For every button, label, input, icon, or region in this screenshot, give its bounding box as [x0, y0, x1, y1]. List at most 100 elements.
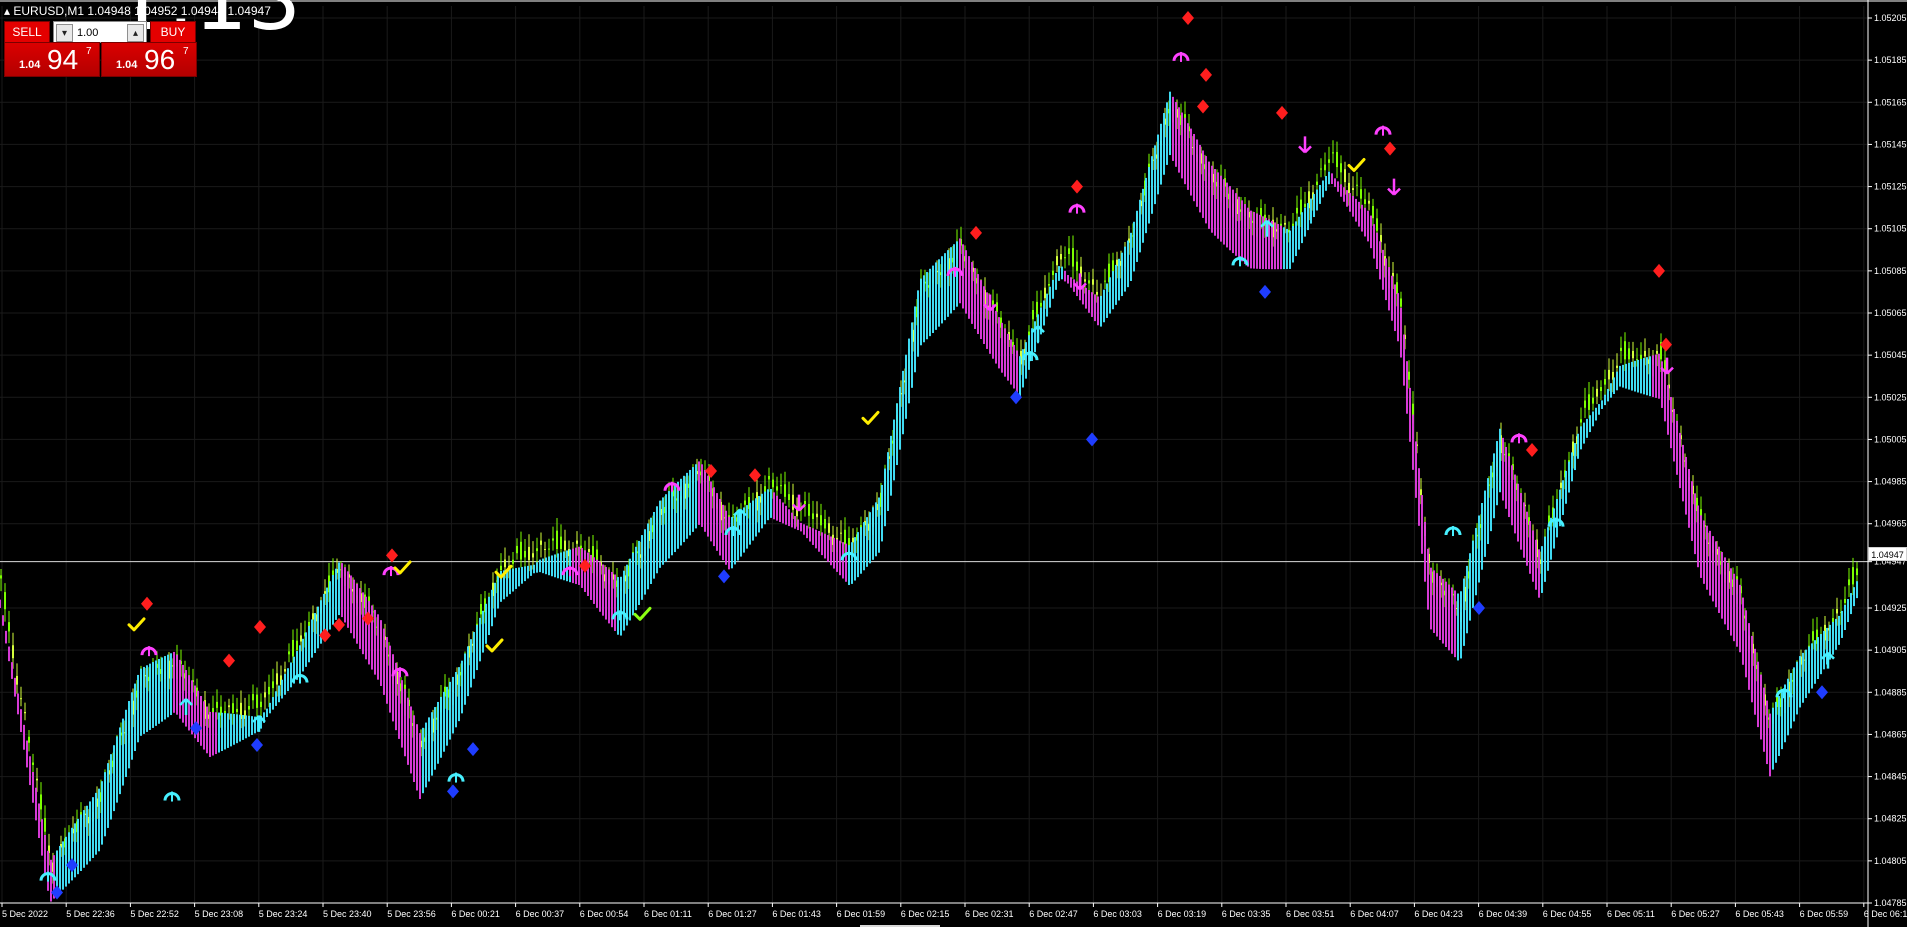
price-axis-label: 1.05005	[1874, 434, 1907, 444]
sell-button[interactable]: SELL	[4, 21, 50, 43]
candle-body	[844, 529, 846, 545]
price-axis-label: 1.04865	[1874, 729, 1907, 739]
price-axis-label: 1.05105	[1874, 224, 1907, 234]
candle-body	[788, 494, 790, 501]
candle-body	[1372, 205, 1374, 219]
sell-price-button[interactable]: 1.04 94 7	[4, 42, 100, 77]
candle-body	[852, 537, 854, 543]
candle-body	[216, 701, 218, 708]
candle-body	[528, 546, 530, 561]
time-axis-label: 6 Dec 00:37	[516, 909, 565, 919]
candle-body	[824, 519, 826, 529]
time-axis-label: 5 Dec 2022	[2, 909, 48, 919]
candle-body	[1856, 568, 1858, 576]
buy-price-prefix: 1.04	[116, 59, 138, 71]
time-axis-label: 6 Dec 03:35	[1222, 909, 1271, 919]
candle-body	[248, 706, 250, 710]
candle-body	[264, 692, 266, 698]
candle-body	[232, 703, 234, 713]
time-axis-label: 5 Dec 23:40	[323, 909, 372, 919]
sell-price-superscript: 7	[86, 46, 92, 57]
candle-body	[1356, 184, 1358, 186]
candle-body	[0, 575, 2, 579]
candle-body	[1296, 207, 1298, 214]
candle-body	[576, 540, 578, 544]
candle-body	[820, 515, 822, 526]
candle-body	[1592, 397, 1594, 404]
time-axis-label: 6 Dec 01:11	[644, 909, 692, 919]
candle-body	[1640, 354, 1642, 360]
time-axis-label: 6 Dec 04:39	[1479, 909, 1528, 919]
candle-body	[780, 485, 782, 487]
candle-body	[512, 559, 514, 564]
time-axis-label: 6 Dec 00:54	[580, 909, 629, 919]
candle-body	[1052, 270, 1054, 276]
candle-body	[588, 549, 590, 552]
price-axis-label: 1.05125	[1874, 182, 1907, 192]
candle-body	[520, 541, 522, 560]
candle-body	[772, 479, 774, 488]
candle-body	[40, 794, 42, 810]
candle-body	[276, 673, 278, 685]
candle-body	[296, 640, 298, 651]
candle-body	[1084, 279, 1086, 282]
price-axis-label: 1.04885	[1874, 687, 1907, 697]
candle-body	[1588, 394, 1590, 410]
candle-body	[1616, 365, 1618, 368]
candle-body	[1396, 282, 1398, 295]
candle-body	[764, 486, 766, 493]
candle-body	[828, 523, 830, 533]
candle-body	[816, 513, 818, 518]
buy-price-button[interactable]: 1.04 96 7	[101, 42, 197, 77]
candle-body	[1632, 350, 1634, 359]
candle-body	[1400, 298, 1402, 307]
candle-body	[1624, 341, 1626, 360]
candle-body	[1600, 387, 1602, 391]
candle-body	[1316, 181, 1318, 185]
candle-body	[1336, 152, 1338, 168]
time-axis-label: 5 Dec 23:08	[195, 909, 244, 919]
time-axis-label: 6 Dec 04:55	[1543, 909, 1592, 919]
time-axis-label: 6 Dec 02:47	[1029, 909, 1078, 919]
lot-increase-button[interactable]: ▴	[127, 24, 144, 42]
price-axis-label: 1.04785	[1874, 898, 1907, 908]
candle-body	[1628, 348, 1630, 360]
candle-body	[1072, 248, 1074, 267]
time-axis-label: 6 Dec 03:51	[1286, 909, 1335, 919]
lot-size-box[interactable]: ▾ ▴	[53, 21, 147, 43]
time-axis-label: 5 Dec 22:36	[66, 909, 115, 919]
candle-body	[1340, 163, 1342, 173]
price-axis-label: 1.04925	[1874, 603, 1907, 613]
candle-body	[44, 817, 46, 832]
time-axis-label: 6 Dec 06:15	[1864, 909, 1907, 919]
candle-body	[540, 540, 542, 545]
candle-body	[548, 548, 550, 550]
candle-body	[292, 639, 294, 657]
price-axis-label: 1.05045	[1874, 350, 1907, 360]
candle-body	[1056, 256, 1058, 266]
candle-body	[1408, 371, 1410, 380]
candle-body	[500, 565, 502, 571]
candle-body	[1412, 403, 1414, 417]
sell-price-main: 94	[47, 44, 79, 75]
candle-body	[1380, 235, 1382, 243]
buy-button[interactable]: BUY	[150, 21, 196, 43]
time-axis-label: 5 Dec 22:52	[130, 909, 179, 919]
candle-body	[812, 513, 814, 519]
candle-body	[1364, 199, 1366, 204]
chart-title-text: EURUSD,M1 1.04948 1.04952 1.04944 1.0494…	[13, 4, 271, 18]
lot-size-input[interactable]	[75, 24, 125, 42]
candle-body	[1604, 378, 1606, 385]
candle-body	[1644, 350, 1646, 357]
candle-body	[560, 536, 562, 549]
candle-body	[1064, 257, 1066, 259]
candle-body	[20, 698, 22, 700]
price-axis-label: 1.04985	[1874, 477, 1907, 487]
price-chart[interactable]: 1.05205 1.05185 1.05165 1.05145 1.05125 1.051…	[0, 0, 1907, 927]
one-click-trade-panel[interactable]: SELL ▾ ▴ BUY 1.04 94 7 1.04 96 7	[4, 21, 197, 77]
lot-decrease-button[interactable]: ▾	[56, 24, 73, 42]
time-axis-label: 6 Dec 02:15	[901, 909, 950, 919]
candle-body	[288, 651, 290, 655]
candle-body	[552, 538, 554, 541]
candle-body	[1368, 200, 1370, 204]
